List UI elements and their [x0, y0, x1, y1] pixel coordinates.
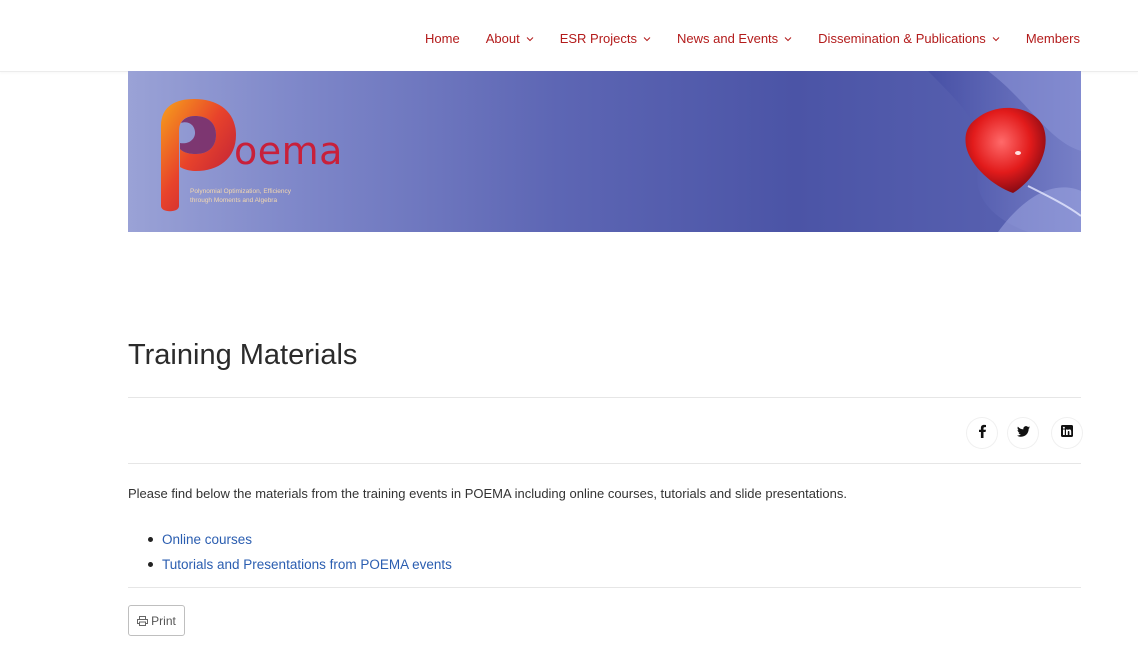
list-item: Tutorials and Presentations from POEMA e…: [148, 552, 452, 577]
share-facebook-button[interactable]: [967, 418, 997, 448]
main-menu: Home About ESR Projects News and Events …: [425, 31, 1080, 46]
bullet-icon: [148, 537, 153, 542]
materials-list: Online courses Tutorials and Presentatio…: [148, 527, 452, 577]
nav-item-label: News and Events: [677, 31, 779, 46]
print-button-label: Print: [151, 613, 176, 628]
share-linkedin-button[interactable]: [1052, 418, 1082, 448]
nav-item-label: Home: [425, 31, 460, 46]
nav-item-news-and-events[interactable]: News and Events: [677, 31, 792, 46]
nav-item-label: About: [485, 31, 520, 46]
share-twitter-button[interactable]: [1008, 418, 1038, 448]
nav-item-label: Dissemination & Publications: [818, 31, 986, 46]
chevron-down-icon: [992, 36, 1000, 42]
share-divider: [128, 463, 1081, 464]
title-divider: [128, 397, 1081, 398]
chevron-down-icon: [643, 36, 651, 42]
nav-item-home[interactable]: Home: [425, 31, 460, 46]
logo-tagline-line-1: Polynomial Optimization, Efficiency: [190, 188, 292, 195]
tutorials-presentations-link[interactable]: Tutorials and Presentations from POEMA e…: [162, 552, 452, 577]
online-courses-link[interactable]: Online courses: [162, 527, 252, 552]
twitter-icon: [1016, 424, 1030, 442]
nav-item-label: Members: [1025, 31, 1080, 46]
page-title: Training Materials: [128, 339, 358, 371]
nav-item-members[interactable]: Members: [1026, 31, 1080, 46]
logo-tagline-line-2: through Moments and Algebra: [190, 197, 278, 204]
print-button[interactable]: Print: [128, 605, 185, 636]
bullet-icon: [148, 562, 153, 567]
chevron-down-icon: [784, 36, 792, 42]
nav-item-about[interactable]: About: [486, 31, 534, 46]
chevron-down-icon: [526, 36, 534, 42]
printer-icon: [137, 615, 149, 626]
top-navigation-bar: Home About ESR Projects News and Events …: [0, 0, 1138, 72]
nav-item-dissemination-publications[interactable]: Dissemination & Publications: [818, 31, 1000, 46]
list-item: Online courses: [148, 527, 452, 552]
facebook-icon: [977, 424, 987, 443]
content-divider: [128, 587, 1081, 588]
header-banner: oema Polynomial Optimization, Efficiency…: [128, 71, 1081, 232]
nav-item-label: ESR Projects: [559, 31, 637, 46]
logo-wordmark: oema: [234, 129, 343, 173]
intro-text: Please find below the materials from the…: [128, 486, 847, 501]
linkedin-icon: [1061, 424, 1073, 442]
nav-item-esr-projects[interactable]: ESR Projects: [560, 31, 651, 46]
